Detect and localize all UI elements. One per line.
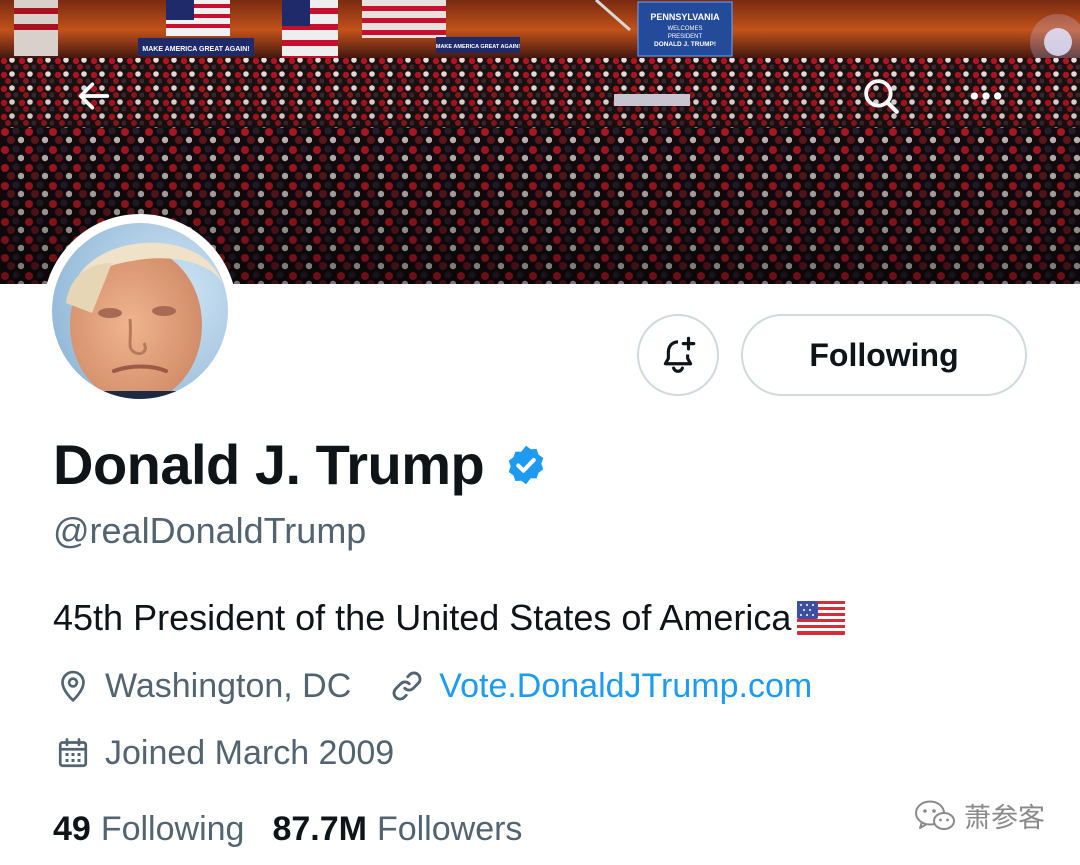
search-button[interactable] [851,66,911,126]
watermark-text: 萧参客 [964,803,1045,833]
location-pin-icon [53,666,93,706]
stage-sign-line-3: PRESIDENT [668,34,703,40]
arrow-left-icon [78,82,110,110]
back-button[interactable] [64,66,124,126]
location-text: Washington, DC [105,666,352,705]
stage-sign-line-1: PENNSYLVANIA [650,12,720,22]
calendar-icon [53,733,93,773]
profile-joined-row: Joined March 2009 [53,733,394,773]
wechat-icon [914,799,956,833]
profile-avatar[interactable] [43,214,237,408]
verified-badge-icon [504,443,548,487]
banner-sign-2: MAKE AMERICA GREAT AGAIN! [436,44,520,50]
followers-count: 87.7M [272,810,367,848]
avatar-photo [52,223,228,399]
display-name: Donald J. Trump [53,432,485,496]
link-icon [387,666,427,706]
notifications-toggle-button[interactable] [637,314,719,396]
more-horizontal-icon [970,92,1002,100]
followers-stat[interactable]: 87.7M Followers [272,810,522,849]
following-stat[interactable]: 49 Following [53,810,244,849]
bio-text: 45th President of the United States of A… [53,597,792,638]
search-icon [864,79,899,114]
website-link[interactable]: Vote.DonaldJTrump.com [439,667,812,706]
website-item[interactable]: Vote.DonaldJTrump.com [387,666,812,706]
stage-sign-line-2: WELCOMES [667,26,702,32]
joined-item: Joined March 2009 [53,733,394,773]
more-button[interactable] [956,66,1016,126]
banner-sign-1: MAKE AMERICA GREAT AGAIN! [142,46,249,53]
watermark: 萧参客 [914,796,1045,835]
profile-meta-row: Washington, DC Vote.DonaldJTrump.com [53,666,812,706]
profile-bio: 45th President of the United States of A… [53,597,846,639]
followers-label: Followers [376,810,523,848]
following-count: 49 [53,810,91,848]
location-item: Washington, DC [53,666,351,706]
stage-sign-line-4: DONALD J. TRUMP! [654,41,716,48]
profile-stats: 49 Following 87.7M Followers [53,810,522,849]
flag-left [166,0,230,36]
bell-plus-icon [663,336,696,373]
us-flag-icon [797,601,846,635]
profile-handle: @realDonaldTrump [53,510,367,551]
display-name-row: Donald J. Trump [53,428,548,500]
joined-text: Joined March 2009 [105,733,395,772]
following-label: Following [100,810,245,848]
following-button[interactable]: Following [741,314,1027,396]
